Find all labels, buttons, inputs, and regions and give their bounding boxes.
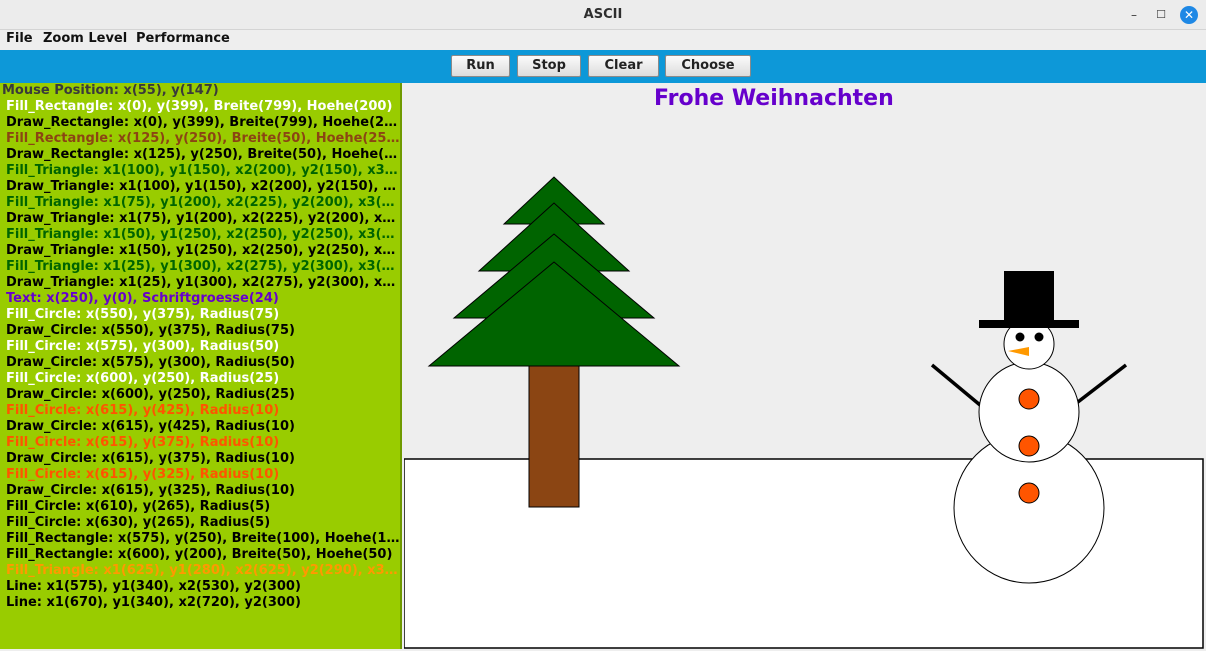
window-title: ASCII [583,7,623,22]
drawing-canvas[interactable]: Frohe Weihnachten [404,83,1206,651]
command-item[interactable]: Draw_Circle: x(615), y(425), Radius(10) [6,419,400,435]
command-item[interactable]: Draw_Circle: x(615), y(375), Radius(10) [6,451,400,467]
snowman-button-3 [1018,388,1040,410]
command-item[interactable]: Fill_Triangle: x1(25), y1(300), x2(275),… [6,259,400,275]
menu-zoom-level[interactable]: Zoom Level [43,31,127,46]
mouse-position-readout: Mouse Position: x(55), y(147) [2,83,219,98]
command-item[interactable]: Fill_Triangle: x1(50), y1(250), x2(250),… [6,227,400,243]
command-item[interactable]: Line: x1(670), y1(340), x2(720), y2(300) [6,595,400,611]
command-item[interactable]: Fill_Triangle: x1(100), y1(150), x2(200)… [6,163,400,179]
command-item[interactable]: Text: x(250), y(0), Schriftgroesse(24) [6,291,400,307]
command-item[interactable]: Draw_Triangle: x1(25), y1(300), x2(275),… [6,275,400,291]
command-item[interactable]: Fill_Circle: x(615), y(325), Radius(10) [6,467,400,483]
menu-performance[interactable]: Performance [136,31,230,46]
snowman-eye-left [1015,332,1025,342]
command-item[interactable]: Fill_Rectangle: x(575), y(250), Breite(1… [6,531,400,547]
clear-button[interactable]: Clear [588,55,659,77]
command-item[interactable]: Draw_Triangle: x1(100), y1(150), x2(200)… [6,179,400,195]
command-item[interactable]: Fill_Triangle: x1(75), y1(200), x2(225),… [6,195,400,211]
command-item[interactable]: Draw_Circle: x(600), y(250), Radius(25) [6,387,400,403]
toolbar: Run Stop Clear Choose [0,50,1206,83]
command-item[interactable]: Draw_Rectangle: x(0), y(399), Breite(799… [6,115,400,131]
command-item[interactable]: Fill_Rectangle: x(600), y(200), Breite(5… [6,547,400,563]
app-window: ASCII – ☐ ✕ File Zoom Level Performance … [0,0,1206,651]
greeting-text: Frohe Weihnachten [654,86,894,111]
menu-file[interactable]: File [6,31,33,46]
command-item[interactable]: Fill_Triangle: x1(625), y1(280), x2(625)… [6,563,400,579]
command-list-panel[interactable]: Mouse Position: x(55), y(147) Fill_Recta… [0,83,402,649]
command-item[interactable]: Fill_Circle: x(550), y(375), Radius(75) [6,307,400,323]
command-item[interactable]: Fill_Circle: x(610), y(265), Radius(5) [6,499,400,515]
command-item[interactable]: Fill_Rectangle: x(0), y(399), Breite(799… [6,99,400,115]
snowman-button-1 [1018,482,1040,504]
command-item[interactable]: Draw_Circle: x(575), y(300), Radius(50) [6,355,400,371]
canvas-svg: Frohe Weihnachten [404,83,1206,651]
menu-bar: File Zoom Level Performance [0,30,1206,50]
tree-trunk [528,365,580,508]
command-item[interactable]: Fill_Circle: x(630), y(265), Radius(5) [6,515,400,531]
command-item[interactable]: Draw_Circle: x(550), y(375), Radius(75) [6,323,400,339]
command-item[interactable]: Draw_Rectangle: x(125), y(250), Breite(5… [6,147,400,163]
command-item[interactable]: Fill_Circle: x(600), y(250), Radius(25) [6,371,400,387]
run-button[interactable]: Run [451,55,510,77]
hat-top [1004,271,1054,321]
maximize-icon[interactable]: ☐ [1152,6,1170,24]
command-list: Fill_Rectangle: x(0), y(399), Breite(799… [6,99,400,611]
command-item[interactable]: Draw_Triangle: x1(75), y1(200), x2(225),… [6,211,400,227]
hat-brim [979,320,1079,328]
snowman-eye-right [1034,332,1044,342]
command-item[interactable]: Fill_Circle: x(615), y(425), Radius(10) [6,403,400,419]
snowman-button-2 [1018,435,1040,457]
command-item[interactable]: Draw_Triangle: x1(50), y1(250), x2(250),… [6,243,400,259]
command-item[interactable]: Line: x1(575), y1(340), x2(530), y2(300) [6,579,400,595]
minimize-icon[interactable]: – [1125,6,1143,24]
command-item[interactable]: Fill_Circle: x(615), y(375), Radius(10) [6,435,400,451]
command-item[interactable]: Fill_Rectangle: x(125), y(250), Breite(5… [6,131,400,147]
command-item[interactable]: Fill_Circle: x(575), y(300), Radius(50) [6,339,400,355]
command-item[interactable]: Draw_Circle: x(615), y(325), Radius(10) [6,483,400,499]
stop-button[interactable]: Stop [517,55,581,77]
choose-button[interactable]: Choose [665,55,751,77]
close-icon[interactable]: ✕ [1180,6,1198,24]
title-bar: ASCII – ☐ ✕ [0,0,1206,30]
